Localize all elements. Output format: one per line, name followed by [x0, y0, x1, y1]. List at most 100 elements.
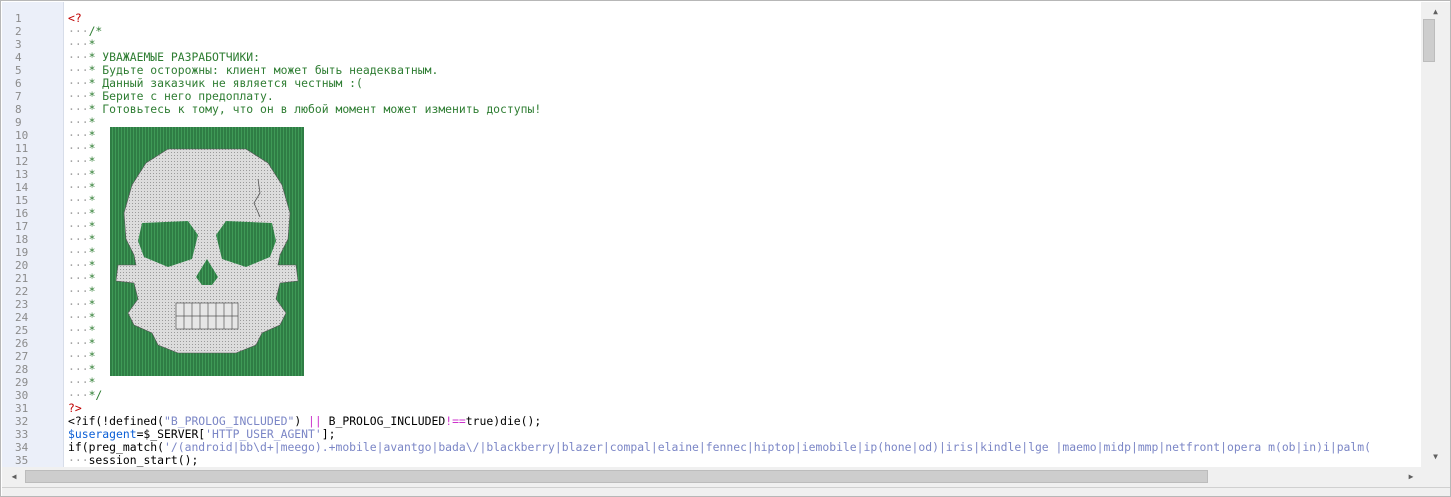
- line-number: 32: [15, 415, 29, 428]
- line-number: 20: [15, 259, 29, 272]
- comment-text: *: [88, 128, 96, 142]
- code-editor[interactable]: 1 2 3 4 5 6 7 8 9 10 11 12 13 14 15 16 17 18 19 20 21 22 23 24 2…: [0, 0, 1451, 497]
- horizontal-scrollbar[interactable]: ◀ ▶: [2, 467, 1423, 487]
- comment-text: *: [88, 167, 96, 181]
- comment-text: * Готовьтесь к тому, что он в любой моме…: [88, 102, 542, 116]
- line-number: 21: [15, 272, 29, 285]
- comment-text: *: [88, 284, 96, 298]
- comment-text: *: [88, 115, 96, 129]
- code-token: if(preg_match(: [68, 440, 165, 454]
- variable-token: $useragent: [68, 427, 137, 441]
- comment-text: /*: [88, 24, 103, 38]
- string-token: "B_PROLOG_INCLUDED": [164, 414, 295, 428]
- code-token: ): [294, 414, 309, 428]
- comment-text: *: [88, 362, 96, 376]
- whitespace-marker: ···: [68, 232, 89, 246]
- whitespace-marker: ···: [68, 323, 89, 337]
- scroll-right-arrow-icon[interactable]: ▶: [1403, 467, 1419, 487]
- whitespace-marker: ···: [68, 388, 89, 402]
- whitespace-marker: ···: [68, 453, 89, 467]
- line-number: 7: [15, 90, 22, 103]
- comment-text: *: [88, 375, 96, 389]
- line-number: 4: [15, 51, 22, 64]
- code-line-35: ···session_start();: [68, 454, 198, 467]
- comment-text: *: [88, 37, 96, 51]
- line-number: 35: [15, 454, 29, 467]
- whitespace-marker: ···: [68, 180, 89, 194]
- whitespace-marker: ···: [68, 375, 89, 389]
- line-number: 27: [15, 350, 29, 363]
- whitespace-marker: ···: [68, 141, 89, 155]
- line-number: 1: [15, 12, 22, 25]
- whitespace-marker: ···: [68, 349, 89, 363]
- line-number: 25: [15, 324, 29, 337]
- code-token: =$_SERVER[: [136, 427, 206, 441]
- scrollbar-corner: [1421, 467, 1450, 487]
- comment-text: *: [88, 323, 96, 337]
- line-number: 34: [15, 441, 29, 454]
- line-number: 17: [15, 220, 29, 233]
- comment-text: *: [88, 271, 96, 285]
- line-number: 18: [15, 233, 29, 246]
- whitespace-marker: ···: [68, 167, 89, 181]
- comment-text: *: [88, 219, 96, 233]
- whitespace-marker: ···: [68, 336, 89, 350]
- line-number: 28: [15, 363, 29, 376]
- vertical-scroll-thumb[interactable]: [1423, 19, 1435, 62]
- code-token: session_start();: [88, 453, 199, 467]
- string-token: '/(android|bb\d+|meego).+mobile|avantgo|…: [164, 440, 1371, 454]
- scroll-down-arrow-icon[interactable]: ▼: [1421, 450, 1450, 464]
- whitespace-marker: ···: [68, 206, 89, 220]
- whitespace-marker: ···: [68, 154, 89, 168]
- comment-text: * Данный заказчик не является честным :(: [88, 76, 363, 90]
- line-number: 13: [15, 168, 29, 181]
- line-number: 24: [15, 311, 29, 324]
- comment-text: *: [88, 245, 96, 259]
- comment-text: *: [88, 154, 96, 168]
- code-token: true)die();: [465, 414, 542, 428]
- line-number: 10: [15, 129, 29, 142]
- line-number: 26: [15, 337, 29, 350]
- line-number: 2: [15, 25, 22, 38]
- whitespace-marker: ···: [68, 271, 89, 285]
- whitespace-marker: ···: [68, 297, 89, 311]
- line-number: 16: [15, 207, 29, 220]
- comment-text: * УВАЖАЕМЫЕ РАЗРАБОТЧИКИ:: [88, 50, 261, 64]
- line-number: 22: [15, 285, 29, 298]
- line-number: 19: [15, 246, 29, 259]
- whitespace-marker: ···: [68, 102, 89, 116]
- operator-token: ||: [308, 414, 322, 428]
- whitespace-marker: ···: [68, 245, 89, 259]
- whitespace-marker: ···: [68, 258, 89, 272]
- whitespace-marker: ···: [68, 63, 89, 77]
- comment-text: *: [88, 180, 96, 194]
- whitespace-marker: ···: [68, 24, 89, 38]
- line-number: 9: [15, 116, 22, 129]
- line-number: 8: [15, 103, 22, 116]
- comment-text: */: [88, 388, 103, 402]
- whitespace-marker: ···: [68, 37, 89, 51]
- whitespace-marker: ···: [68, 76, 89, 90]
- code-token: <?if(!defined(: [68, 414, 165, 428]
- line-number: 11: [15, 142, 29, 155]
- comment-text: *: [88, 310, 96, 324]
- vertical-scrollbar[interactable]: ▲ ▼: [1421, 2, 1450, 467]
- string-token: 'HTTP_USER_AGENT': [205, 427, 322, 441]
- skull-ascii-art: [110, 127, 304, 376]
- comment-text: *: [88, 141, 96, 155]
- whitespace-marker: ···: [68, 310, 89, 324]
- code-token: ];: [321, 427, 336, 441]
- scroll-up-arrow-icon[interactable]: ▲: [1421, 5, 1450, 19]
- comment-text: *: [88, 193, 96, 207]
- line-number: 6: [15, 77, 22, 90]
- comment-text: *: [88, 297, 96, 311]
- comment-text: * Будьте осторожны: клиент может быть не…: [88, 63, 439, 77]
- whitespace-marker: ···: [68, 219, 89, 233]
- whitespace-marker: ···: [68, 115, 89, 129]
- comment-text: *: [88, 336, 96, 350]
- code-line-34: if(preg_match('/(android|bb\d+|meego).+m…: [68, 441, 1371, 454]
- whitespace-marker: ···: [68, 193, 89, 207]
- horizontal-scroll-thumb[interactable]: [25, 470, 1208, 483]
- scroll-left-arrow-icon[interactable]: ◀: [6, 467, 22, 487]
- line-number: 3: [15, 38, 22, 51]
